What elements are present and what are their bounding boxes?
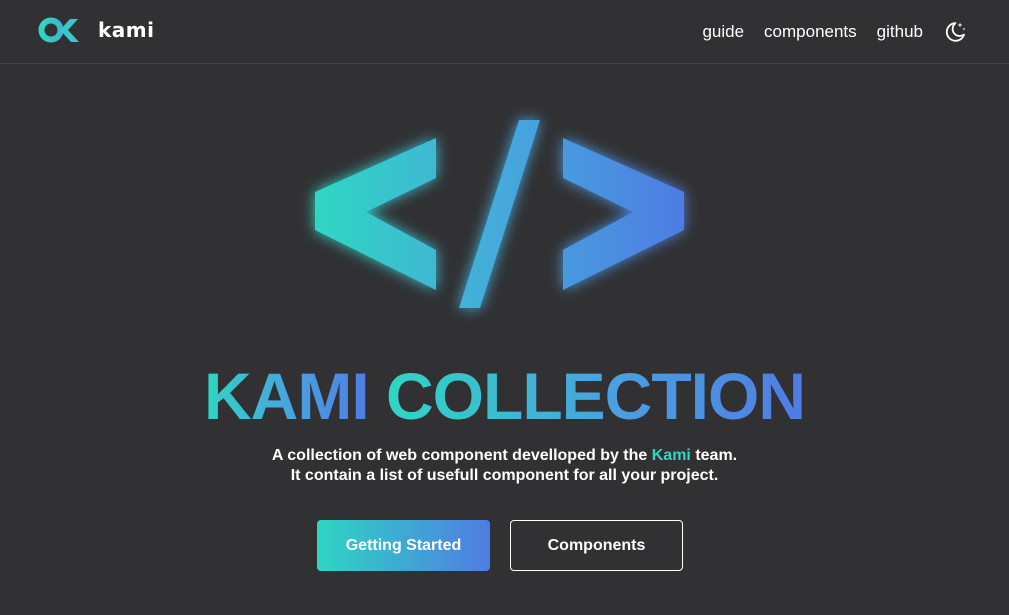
description-text: team. xyxy=(690,447,738,464)
getting-started-button[interactable]: Getting Started xyxy=(317,520,490,571)
hero-description: A collection of web component develloped… xyxy=(0,446,1009,486)
kami-logo-icon xyxy=(38,17,79,43)
brand-name: kami xyxy=(98,18,155,42)
description-text: A collection of web component develloped… xyxy=(271,447,652,464)
moon-stars-icon[interactable] xyxy=(943,20,967,44)
hero-title-kami: KAMI xyxy=(204,359,370,433)
top-navbar: kami guide components github xyxy=(0,0,1009,64)
hero-title-collection: COLLECTION xyxy=(386,359,806,433)
kami-accent-text: Kami xyxy=(651,447,691,464)
nav-link-components[interactable]: components xyxy=(764,22,857,42)
nav-link-guide[interactable]: guide xyxy=(702,22,744,42)
nav-links: guide components github xyxy=(702,16,967,48)
hero-description-line-2: It contain a list of usefull component f… xyxy=(290,467,719,484)
brand-logo-link[interactable]: kami xyxy=(38,15,155,45)
nav-link-github[interactable]: github xyxy=(877,22,923,42)
hero-title: KAMI COLLECTION xyxy=(0,358,1009,434)
components-button[interactable]: Components xyxy=(510,520,683,571)
code-brackets-icon xyxy=(315,120,684,308)
hero-description-line-1: A collection of web component develloped… xyxy=(0,446,1009,466)
